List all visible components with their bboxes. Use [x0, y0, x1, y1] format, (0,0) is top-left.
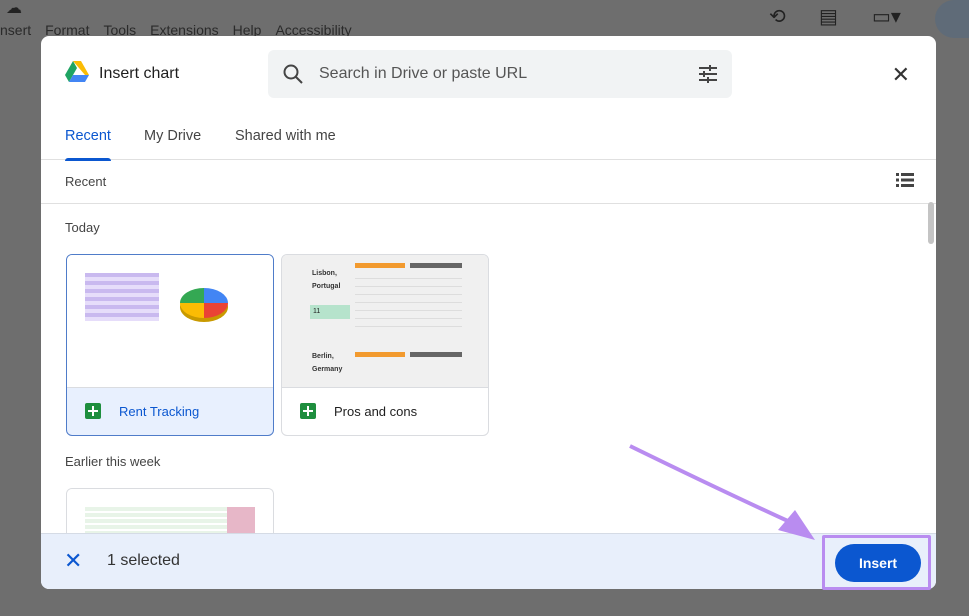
insert-button[interactable]: Insert: [835, 544, 921, 582]
annotation-arrow-icon: [0, 0, 969, 616]
